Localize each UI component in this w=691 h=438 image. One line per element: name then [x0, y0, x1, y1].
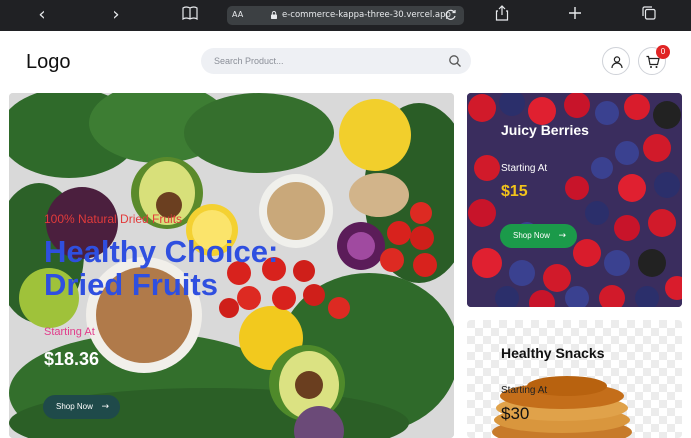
hero-starting-label: Starting At [44, 326, 95, 338]
arrow-right-icon: → [101, 402, 109, 412]
site-logo[interactable]: Logo [26, 51, 71, 74]
card-price: $15 [501, 183, 528, 200]
shop-now-label: Shop Now [56, 402, 93, 411]
chevron-left-icon[interactable]: ‹ [32, 5, 52, 25]
reload-icon[interactable] [444, 8, 458, 22]
text-size-button[interactable]: AA [232, 10, 243, 19]
tabs-icon[interactable] [639, 5, 659, 25]
card-title: Healthy Snacks [501, 345, 605, 361]
hero-price: $18.36 [44, 349, 100, 369]
promo-card-berries[interactable]: Juicy Berries Starting At $15 Shop Now → [467, 93, 682, 307]
card-price: $30 [501, 404, 530, 423]
hero-title: Healthy Choice: Dried Fruits [44, 234, 279, 302]
card-starting-label: Starting At [501, 385, 548, 396]
hero-tagline: 100% Natural Dried Fruits [44, 212, 183, 226]
hero-shop-now-button[interactable]: Shop Now → [43, 395, 120, 419]
arrow-right-icon: → [558, 231, 566, 241]
search-bar [201, 48, 471, 74]
share-icon[interactable] [492, 5, 512, 25]
card-starting-label: Starting At [501, 163, 548, 174]
user-icon [611, 56, 623, 69]
address-bar[interactable]: AA e-commerce-kappa-three-30.vercel.app [227, 6, 464, 25]
browser-toolbar: ‹ › AA e-commerce-kappa-three-30.vercel.… [0, 0, 691, 31]
shop-now-label: Shop Now [513, 231, 550, 240]
pancakes-image [467, 320, 682, 438]
site-header: Logo 0 [0, 31, 691, 91]
url-text: e-commerce-kappa-three-30.vercel.app [282, 10, 451, 20]
card-title: Juicy Berries [501, 122, 589, 138]
promo-card-snacks[interactable]: Healthy Snacks Starting At $30 [467, 320, 682, 438]
search-icon[interactable] [448, 54, 462, 68]
account-button[interactable] [602, 47, 630, 75]
search-input[interactable] [214, 52, 434, 70]
lock-icon [271, 11, 277, 19]
cart-count-badge: 0 [656, 45, 670, 59]
plus-icon[interactable] [565, 5, 585, 25]
book-icon[interactable] [180, 5, 200, 25]
berries-shop-now-button[interactable]: Shop Now → [500, 224, 577, 248]
chevron-right-icon[interactable]: › [106, 5, 126, 25]
hero-banner[interactable]: 100% Natural Dried Fruits Healthy Choice… [9, 93, 454, 438]
